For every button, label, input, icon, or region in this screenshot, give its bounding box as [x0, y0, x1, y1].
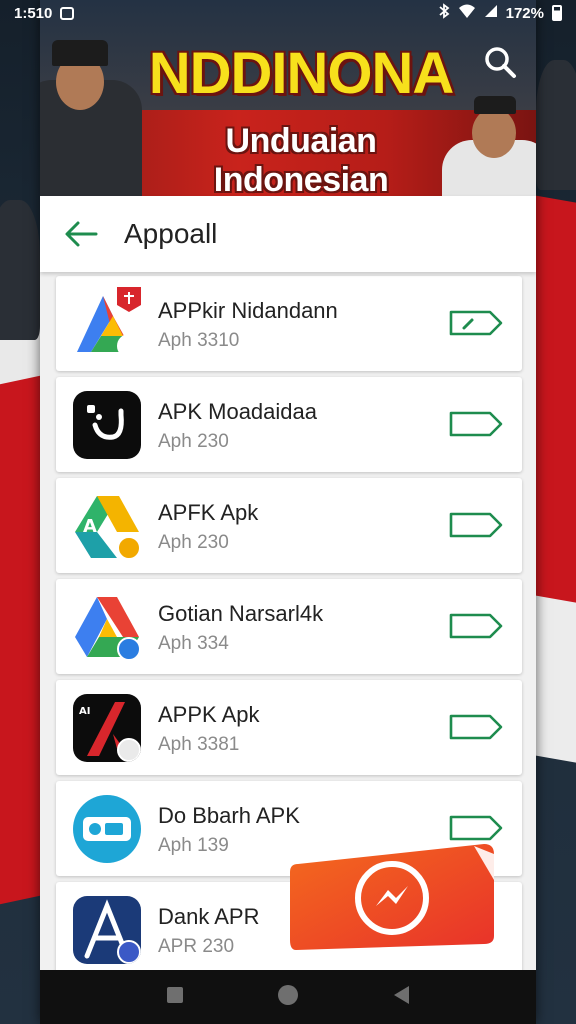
circle-icon	[277, 984, 298, 1005]
app-icon-gdrive	[73, 593, 141, 661]
back-nav-button[interactable]	[391, 984, 411, 1011]
red-flag-badge-icon	[117, 287, 141, 312]
download-tag-icon[interactable]	[448, 409, 504, 439]
app-icon-apk-drive: A	[73, 492, 141, 560]
system-nav-bar	[40, 970, 536, 1024]
recents-button[interactable]	[165, 985, 185, 1010]
app-version: APR 230	[158, 936, 235, 957]
home-button[interactable]	[276, 983, 300, 1012]
banner-subtitle: Unduaian Indonesian	[213, 122, 389, 196]
app-icon-adobe: AI	[73, 694, 141, 762]
app-version: Aph 334	[158, 633, 229, 654]
download-tag-icon[interactable]	[448, 308, 504, 338]
battery-icon	[552, 5, 562, 21]
download-tag-icon[interactable]	[448, 813, 504, 843]
app-name: Do Bbarh APK	[158, 803, 300, 828]
list-item[interactable]: A APFK Apk Aph 230	[56, 478, 522, 573]
app-bar: Appoall	[40, 196, 536, 272]
list-item[interactable]: AI APPK Apk Aph 3381	[56, 680, 522, 775]
app-name: APK Moadaidaa	[158, 399, 317, 424]
app-window: NDDINONA Unduaian Indonesian Appoall APP…	[40, 0, 536, 1024]
app-version: Aph 230	[158, 532, 229, 553]
list-item[interactable]: Gotian Narsarl4k Aph 334	[56, 579, 522, 674]
back-arrow-icon	[65, 221, 98, 247]
app-name: APPK Apk	[158, 702, 260, 727]
list-item[interactable]: APPkir Nidandann Aph 3310	[56, 276, 522, 371]
share-action-sticker[interactable]	[288, 840, 498, 952]
triangle-back-icon	[393, 985, 409, 1004]
back-button[interactable]	[64, 214, 104, 254]
notification-icon	[60, 6, 75, 20]
banner-title: NDDINONA	[148, 41, 455, 106]
list-item[interactable]: APK Moadaidaa Aph 230	[56, 377, 522, 472]
download-tag-icon[interactable]	[448, 712, 504, 742]
page-title: Appoall	[124, 218, 218, 249]
bluetooth-icon	[438, 3, 450, 23]
app-version: Aph 3381	[158, 734, 240, 755]
app-name: Gotian Narsarl4k	[158, 601, 324, 626]
svg-text:A: A	[83, 516, 97, 537]
app-version: Aph 230	[158, 431, 229, 452]
battery-percent: 172%	[505, 4, 544, 22]
status-bar: 1:510 172%	[0, 0, 576, 26]
signal-icon	[484, 4, 498, 22]
app-icon-compass	[73, 896, 141, 964]
download-tag-icon[interactable]	[448, 611, 504, 641]
app-name: APPkir Nidandann	[158, 298, 338, 323]
app-icon-ticket	[73, 795, 141, 863]
status-time: 1:510	[14, 4, 53, 22]
search-icon	[485, 47, 516, 78]
svg-text:AI: AI	[79, 706, 90, 717]
download-tag-icon[interactable]	[448, 510, 504, 540]
app-version: Aph 139	[158, 835, 229, 856]
app-icon-smile	[73, 391, 141, 459]
app-name: Dank APR	[158, 904, 260, 929]
app-version: Aph 3310	[158, 330, 240, 351]
search-button[interactable]	[478, 40, 522, 84]
app-name: APFK Apk	[158, 500, 259, 525]
square-icon	[167, 986, 184, 1003]
header-banner: NDDINONA Unduaian Indonesian	[40, 0, 536, 196]
wifi-icon	[458, 4, 476, 22]
